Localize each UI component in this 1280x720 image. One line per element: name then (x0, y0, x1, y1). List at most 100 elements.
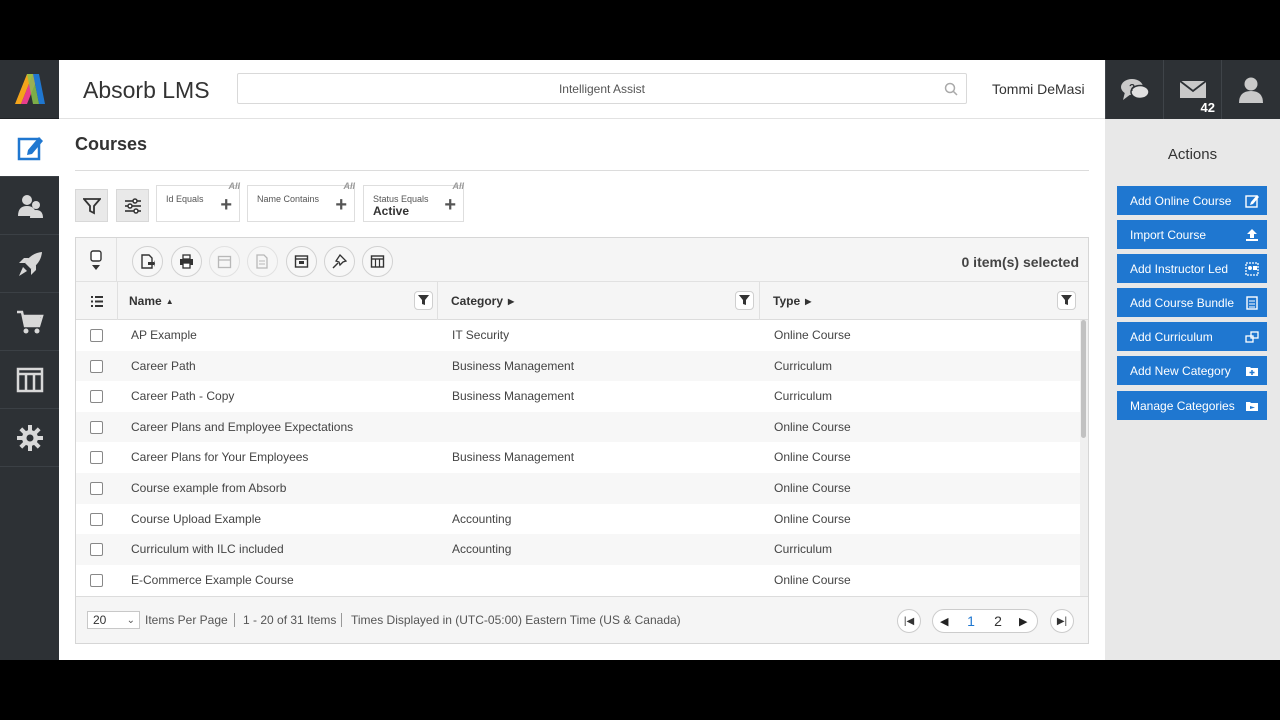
page-2-button[interactable]: 2 (985, 613, 1011, 631)
curriculum-icon (1245, 331, 1259, 343)
cell-name: Career Plans and Employee Expectations (131, 419, 354, 434)
schedule-button[interactable] (209, 246, 240, 277)
add-curriculum-button[interactable]: Add Curriculum (1117, 322, 1267, 351)
filter-settings-button[interactable] (116, 189, 149, 222)
manage-categories-button[interactable]: Manage Categories (1117, 391, 1267, 420)
row-checkbox[interactable] (90, 573, 103, 587)
list-icon (90, 295, 103, 307)
absorb-logo[interactable] (0, 60, 59, 119)
user-icon (1238, 77, 1263, 103)
column-header-name[interactable]: Name ▲ (129, 282, 174, 320)
print-button[interactable] (171, 246, 202, 277)
row-checkbox[interactable] (90, 359, 103, 373)
help-chat-button[interactable]: ? (1105, 60, 1163, 119)
row-checkbox[interactable] (90, 451, 103, 465)
table-row[interactable]: Career Path Business Management Curricul… (76, 350, 1080, 382)
chat-help-icon: ? (1120, 78, 1150, 100)
grid-scrollbar[interactable] (1080, 320, 1088, 596)
selected-count: 0 item(s) selected (961, 254, 1080, 270)
cell-name: Course Upload Example (131, 511, 262, 526)
grid-footer: 20 ⌄ Items Per Page 1 - 20 of 31 Items T… (76, 596, 1088, 643)
filter-chip-id[interactable]: Id Equals + All (156, 181, 240, 222)
row-checkbox[interactable] (90, 543, 103, 557)
table-row[interactable]: Career Path - Copy Business Management C… (76, 381, 1080, 412)
nav-item-courses[interactable] (0, 119, 59, 177)
add-instructor-led-button[interactable]: Add Instructor Led (1117, 254, 1267, 283)
table-row[interactable]: Course example from Absorb Online Course (76, 473, 1080, 504)
row-checkbox[interactable] (90, 329, 103, 342)
users-icon (17, 194, 43, 218)
add-new-category-button[interactable]: Add New Category (1117, 356, 1267, 385)
column-filter-type[interactable] (1057, 291, 1076, 310)
plus-icon[interactable]: + (220, 195, 232, 215)
user-name[interactable]: Tommi DeMasi (992, 81, 1085, 97)
import-course-button[interactable]: Import Course (1117, 220, 1267, 249)
column-header-type[interactable]: Type ▶ (773, 282, 811, 320)
export-button[interactable] (132, 246, 163, 277)
prev-page-icon[interactable]: ◀ (940, 615, 948, 628)
filter-chip-label: Status Equals (373, 194, 429, 204)
main-content: Courses Id Equals + All Name Contains + … (59, 119, 1105, 660)
action-label: Add Instructor Led (1130, 261, 1229, 276)
table-row[interactable]: E-Commerce Example Course Online Course (76, 565, 1080, 596)
last-page-button[interactable]: ▶| (1050, 609, 1074, 633)
cell-name: Course example from Absorb (131, 481, 287, 495)
pin-button[interactable] (324, 246, 355, 277)
plus-icon[interactable]: + (444, 195, 456, 215)
intelligent-assist-search[interactable] (237, 73, 967, 104)
edit-icon (17, 136, 43, 160)
row-checkbox[interactable] (90, 482, 103, 495)
grid-header: Name ▲ Category ▶ Type ▶ (76, 282, 1088, 320)
row-checkbox[interactable] (90, 390, 103, 404)
cell-type: Online Course (774, 572, 851, 587)
filter-chip-status[interactable]: Status Equals Active + All (363, 181, 464, 222)
add-online-course-button[interactable]: Add Online Course (1117, 186, 1267, 215)
columns-button[interactable] (362, 246, 393, 277)
table-row[interactable]: AP Example IT Security Online Course (76, 320, 1080, 351)
column-title-name: Name (129, 294, 162, 308)
cell-type: Online Course (774, 481, 851, 495)
footer-separator (234, 613, 235, 627)
messages-button[interactable]: 42 (1163, 60, 1221, 119)
row-checkbox[interactable] (90, 512, 103, 526)
print-icon (180, 254, 193, 269)
first-page-icon: |◀ (903, 615, 915, 627)
table-row[interactable]: Career Plans for Your Employees Business… (76, 442, 1080, 473)
search-input[interactable] (238, 74, 966, 103)
column-title-type: Type (773, 294, 801, 308)
search-icon[interactable] (944, 82, 958, 96)
page-size-select[interactable]: 20 ⌄ (87, 611, 140, 629)
filter-chip-name[interactable]: Name Contains + All (247, 181, 355, 222)
export-icon (141, 254, 155, 269)
add-course-bundle-button[interactable]: Add Course Bundle (1117, 288, 1267, 317)
next-page-icon[interactable]: ▶ (1019, 615, 1027, 628)
nav-item-ecommerce[interactable] (0, 293, 59, 351)
page-size-value: 20 (93, 613, 107, 627)
scrollbar-thumb[interactable] (1081, 320, 1086, 438)
plus-icon[interactable]: + (335, 195, 347, 215)
column-filter-name[interactable] (414, 291, 433, 310)
cell-category: Business Management (452, 358, 575, 373)
select-all-dropdown[interactable] (76, 238, 117, 282)
nav-item-users[interactable] (0, 177, 59, 235)
funnel-icon (739, 295, 750, 305)
first-page-button[interactable]: |◀ (897, 609, 921, 633)
archive-button[interactable] (286, 246, 317, 277)
column-filter-category[interactable] (735, 291, 754, 310)
table-row[interactable]: Course Upload Example Accounting Online … (76, 504, 1080, 535)
report-button[interactable] (247, 246, 278, 277)
chevron-down-icon: ⌄ (126, 615, 135, 626)
nav-item-settings[interactable] (0, 409, 59, 467)
table-row[interactable]: Career Plans and Employee Expectations O… (76, 411, 1080, 443)
cell-category: Business Management (452, 450, 575, 465)
page-1-button[interactable]: 1 (958, 613, 984, 631)
row-checkbox[interactable] (90, 420, 103, 434)
nav-item-launch[interactable] (0, 235, 59, 293)
nav-item-reports[interactable] (0, 351, 59, 409)
filter-toggle-button[interactable] (75, 189, 108, 222)
profile-button[interactable] (1221, 60, 1279, 119)
column-menu-button[interactable] (76, 282, 117, 320)
cell-name: Career Path - Copy (131, 389, 235, 404)
column-header-category[interactable]: Category ▶ (451, 282, 514, 320)
table-row[interactable]: Curriculum with ILC included Accounting … (76, 534, 1080, 565)
